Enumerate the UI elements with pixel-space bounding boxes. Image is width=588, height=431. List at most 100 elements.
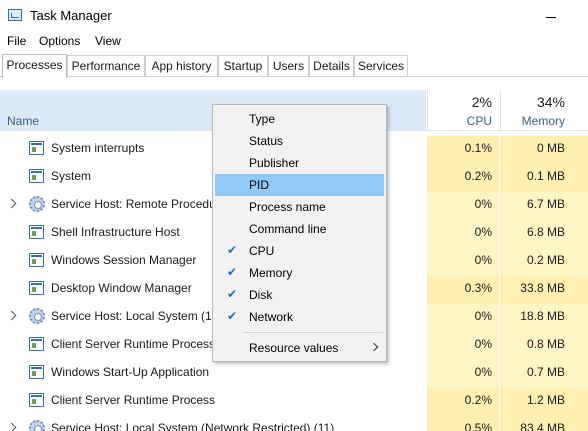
process-name: Client Server Runtime Process bbox=[51, 337, 216, 351]
memory-value: 6.7 MB bbox=[526, 197, 565, 211]
memory-value: 83.4 MB bbox=[520, 421, 565, 431]
process-name: System interrupts bbox=[51, 141, 145, 155]
memory-value: 0.8 MB bbox=[526, 337, 565, 351]
process-icon bbox=[29, 169, 44, 183]
menu-item-label: Disk bbox=[249, 288, 273, 302]
process-icon bbox=[29, 141, 44, 155]
process-name: Service Host: Local System (Network Rest… bbox=[51, 421, 335, 431]
menu-item-label: CPU bbox=[249, 244, 275, 258]
gear-icon bbox=[29, 308, 45, 324]
menu-item-type[interactable]: Type bbox=[215, 108, 384, 130]
menu-item-process-name[interactable]: Process name bbox=[215, 196, 384, 218]
minimize-button[interactable] bbox=[538, 4, 568, 26]
memory-value: 0.1 MB bbox=[526, 169, 565, 183]
cpu-value: 0% bbox=[474, 197, 492, 211]
process-icon bbox=[29, 281, 44, 295]
window-title: Task Manager bbox=[30, 8, 112, 23]
menu-item-label: Process name bbox=[249, 200, 326, 214]
column-context-menu: Type Status Publisher PID Process name Comman… bbox=[212, 104, 387, 362]
checkmark-icon: ✔ bbox=[227, 243, 238, 257]
process-icon bbox=[29, 337, 44, 351]
memory-total-percent: 34% bbox=[536, 94, 565, 110]
process-row[interactable]: Windows Start-Up Application 0% 0.7 MB bbox=[0, 360, 588, 388]
menu-view[interactable]: View bbox=[95, 34, 121, 48]
menu-file[interactable]: File bbox=[7, 34, 26, 48]
menu-item-resource-values[interactable]: Resource values bbox=[215, 337, 384, 359]
menu-item-memory[interactable]: ✔ Memory bbox=[215, 262, 384, 284]
task-manager-icon bbox=[8, 9, 22, 21]
tab-users[interactable]: Users bbox=[268, 55, 309, 76]
menu-item-network[interactable]: ✔ Network bbox=[215, 306, 384, 328]
tab-strip: Processes Performance App history Startu… bbox=[0, 54, 588, 78]
tab-startup[interactable]: Startup bbox=[218, 55, 268, 76]
process-icon bbox=[29, 253, 44, 267]
memory-value: 1.2 MB bbox=[526, 393, 565, 407]
memory-value: 0 MB bbox=[536, 141, 565, 155]
process-name: Service Host: Local System (16) bbox=[51, 309, 223, 323]
process-row[interactable]: Service Host: Local System (Network Rest… bbox=[0, 416, 588, 431]
cpu-value: 0.3% bbox=[464, 281, 492, 295]
tab-performance[interactable]: Performance bbox=[67, 55, 145, 76]
menu-item-label: Publisher bbox=[249, 156, 300, 170]
tab-divider bbox=[0, 76, 588, 77]
menu-item-label: Type bbox=[249, 112, 276, 126]
process-icon bbox=[29, 393, 44, 407]
chevron-right-icon bbox=[369, 342, 379, 352]
menu-item-publisher[interactable]: Publisher bbox=[215, 152, 384, 174]
memory-column-label: Memory bbox=[521, 114, 565, 128]
tab-processes[interactable]: Processes bbox=[2, 54, 67, 78]
checkmark-icon: ✔ bbox=[227, 309, 238, 323]
memory-value: 33.8 MB bbox=[520, 281, 565, 295]
name-column-label: Name bbox=[7, 114, 40, 128]
menu-item-cpu[interactable]: ✔ CPU bbox=[215, 240, 384, 262]
process-name: Shell Infrastructure Host bbox=[51, 225, 180, 239]
chevron-right-icon[interactable] bbox=[6, 198, 17, 209]
cpu-value: 0% bbox=[474, 225, 492, 239]
menu-options[interactable]: Options bbox=[39, 34, 80, 48]
menu-item-disk[interactable]: ✔ Disk bbox=[215, 284, 384, 306]
chevron-right-icon[interactable] bbox=[6, 310, 17, 321]
process-name: Desktop Window Manager bbox=[51, 281, 192, 295]
process-name: Windows Start-Up Application bbox=[51, 365, 210, 379]
menu-bar: File Options View bbox=[0, 31, 588, 51]
process-name: System bbox=[51, 169, 92, 183]
cpu-value: 0.2% bbox=[464, 393, 492, 407]
gear-icon bbox=[29, 420, 45, 431]
tab-details[interactable]: Details bbox=[309, 55, 354, 76]
cpu-total-percent: 2% bbox=[471, 94, 492, 110]
menu-item-label: Memory bbox=[249, 266, 293, 280]
menu-item-command-line[interactable]: Command line bbox=[215, 218, 384, 240]
cpu-column-label: CPU bbox=[466, 114, 492, 128]
memory-value: 18.8 MB bbox=[520, 309, 565, 323]
menu-separator bbox=[243, 332, 383, 333]
menu-item-label: Resource values bbox=[249, 341, 339, 355]
menu-item-label: Network bbox=[249, 310, 294, 324]
menu-item-status[interactable]: Status bbox=[215, 130, 384, 152]
memory-value: 0.7 MB bbox=[526, 365, 565, 379]
cpu-value: 0.2% bbox=[464, 169, 492, 183]
process-name: Windows Session Manager bbox=[51, 253, 197, 267]
cpu-value: 0.5% bbox=[464, 421, 492, 431]
cpu-value: 0% bbox=[474, 253, 492, 267]
checkmark-icon: ✔ bbox=[227, 287, 238, 301]
cpu-value: 0% bbox=[474, 337, 492, 351]
memory-value: 0.2 MB bbox=[526, 253, 565, 267]
process-icon bbox=[29, 225, 44, 239]
cpu-value: 0.1% bbox=[464, 141, 492, 155]
cpu-value: 0% bbox=[474, 309, 492, 323]
tab-services[interactable]: Services bbox=[354, 55, 408, 76]
gear-icon bbox=[29, 196, 45, 212]
menu-item-label: Command line bbox=[249, 222, 327, 236]
cpu-value: 0% bbox=[474, 365, 492, 379]
process-name: Client Server Runtime Process bbox=[51, 393, 216, 407]
checkmark-icon: ✔ bbox=[227, 265, 238, 279]
process-icon bbox=[29, 365, 44, 379]
menu-item-pid[interactable]: PID bbox=[215, 174, 384, 196]
menu-item-label: Status bbox=[249, 134, 284, 148]
memory-value: 6.8 MB bbox=[526, 225, 565, 239]
chevron-right-icon[interactable] bbox=[6, 422, 17, 431]
tab-app-history[interactable]: App history bbox=[145, 55, 218, 76]
title-bar: Task Manager bbox=[0, 0, 588, 30]
menu-item-label: PID bbox=[249, 178, 270, 192]
process-row[interactable]: Client Server Runtime Process 0.2% 1.2 MB bbox=[0, 388, 588, 416]
